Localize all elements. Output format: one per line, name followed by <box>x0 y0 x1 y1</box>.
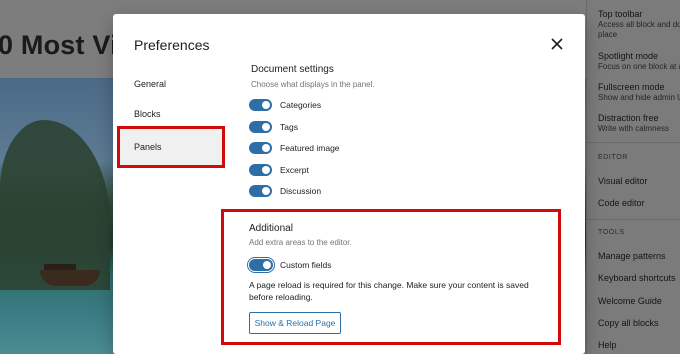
menu-item-keyboard-shortcuts[interactable]: Keyboard shortcuts <box>598 273 676 283</box>
document-settings-description: Choose what displays in the panel. <box>251 80 375 89</box>
preferences-modal: Preferences General Blocks Panels Docume… <box>113 14 585 354</box>
option-discussion[interactable]: Discussion <box>249 184 321 198</box>
menu-item-title: Spotlight mode <box>598 51 659 61</box>
menu-item-visual-editor[interactable]: Visual editor <box>598 176 647 186</box>
menu-divider <box>587 219 680 220</box>
photo-boat <box>40 270 100 286</box>
additional-title: Additional <box>249 223 293 234</box>
nav-item-label: Panels <box>134 142 162 152</box>
menu-item-desc: Write with calmness <box>598 124 669 133</box>
toggle-switch[interactable] <box>249 99 272 111</box>
modal-title: Preferences <box>134 37 210 53</box>
additional-description: Add extra areas to the editor. <box>249 238 352 247</box>
menu-item-code-editor[interactable]: Code editor <box>598 198 645 208</box>
menu-item-title: Fullscreen mode <box>598 82 665 92</box>
menu-item-distraction-free[interactable]: Distraction free Write with calmness <box>598 112 680 134</box>
menu-section-editor: EDITOR <box>598 154 628 161</box>
nav-item-general[interactable]: General <box>134 79 166 89</box>
menu-item-title: Top toolbar <box>598 9 643 19</box>
custom-fields-label: Custom fields <box>280 260 332 270</box>
option-label: Tags <box>280 122 298 132</box>
options-menu: Top toolbar Access all block and docu pl… <box>586 0 680 354</box>
toggle-switch[interactable] <box>249 185 272 197</box>
close-button[interactable] <box>548 35 566 53</box>
menu-item-fullscreen-mode[interactable]: Fullscreen mode Show and hide admin UI <box>598 81 680 103</box>
menu-item-copy-all-blocks[interactable]: Copy all blocks <box>598 318 659 328</box>
menu-item-desc: Show and hide admin UI <box>598 93 680 102</box>
toggle-switch[interactable] <box>249 164 272 176</box>
menu-item-spotlight-mode[interactable]: Spotlight mode Focus on one block at a t… <box>598 50 680 72</box>
menu-item-top-toolbar[interactable]: Top toolbar Access all block and docu pl… <box>598 8 680 40</box>
menu-item-title: Distraction free <box>598 113 659 123</box>
menu-item-manage-patterns[interactable]: Manage patterns <box>598 251 666 261</box>
menu-item-desc: Focus on one block at a tim <box>598 62 680 71</box>
menu-section-tools: TOOLS <box>598 229 625 236</box>
option-label: Discussion <box>280 186 322 196</box>
close-icon <box>551 38 563 50</box>
menu-item-desc: place <box>598 30 618 39</box>
document-settings-title: Document settings <box>251 64 334 75</box>
option-tags[interactable]: Tags <box>249 120 298 134</box>
option-label: Featured image <box>280 143 340 153</box>
menu-item-welcome-guide[interactable]: Welcome Guide <box>598 296 662 306</box>
menu-divider <box>587 142 680 143</box>
show-reload-page-button[interactable]: Show & Reload Page <box>249 312 341 334</box>
menu-item-help[interactable]: Help <box>598 340 617 350</box>
option-featured-image[interactable]: Featured image <box>249 141 340 155</box>
menu-item-desc: Access all block and docu <box>598 20 680 29</box>
option-categories[interactable]: Categories <box>249 98 321 112</box>
option-label: Excerpt <box>280 165 309 175</box>
option-excerpt[interactable]: Excerpt <box>249 163 309 177</box>
toggle-switch[interactable] <box>249 142 272 154</box>
nav-item-blocks[interactable]: Blocks <box>134 109 161 119</box>
nav-item-panels[interactable]: Panels <box>117 126 225 168</box>
toggle-switch[interactable] <box>249 259 273 271</box>
toggle-switch[interactable] <box>249 121 272 133</box>
option-label: Categories <box>280 100 322 110</box>
reload-notice: A page reload is required for this chang… <box>249 280 529 302</box>
custom-fields-toggle[interactable] <box>247 257 275 273</box>
